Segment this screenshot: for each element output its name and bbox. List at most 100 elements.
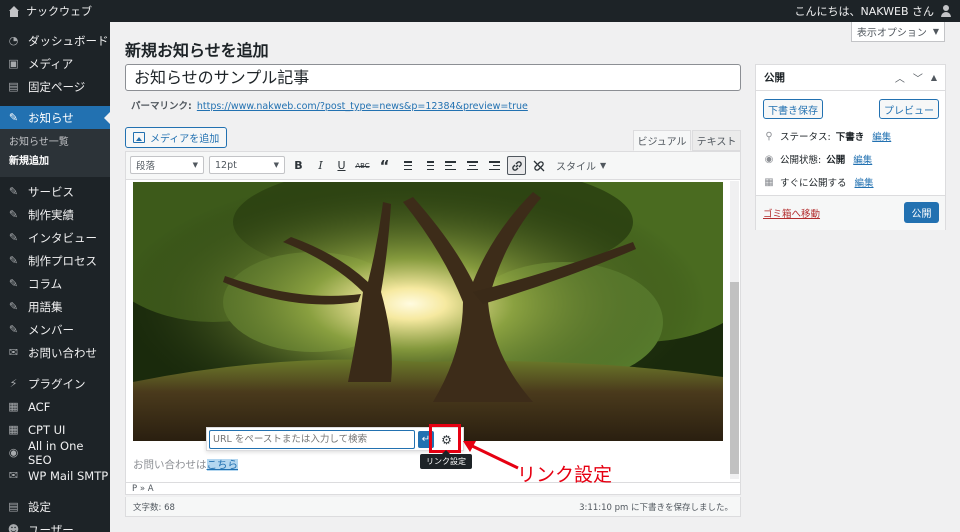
- font-size-select[interactable]: 12pt ▼: [209, 156, 285, 174]
- bold-icon: B: [294, 159, 303, 172]
- autosave-status: 3:11:10 pm に下書きを保存しました。: [579, 502, 733, 513]
- caret-down-icon: ▼: [273, 161, 279, 169]
- submenu-item-news-list[interactable]: お知らせ一覧: [0, 133, 110, 152]
- highlight-box: [429, 424, 461, 453]
- align-right-button[interactable]: [485, 156, 504, 175]
- media-icon: ▣: [8, 57, 19, 70]
- permalink-url[interactable]: https://www.nakweb.com/?post_type=news&p…: [197, 101, 528, 112]
- bullet-list-button[interactable]: [397, 156, 416, 175]
- pin-icon: ✎: [8, 111, 19, 124]
- key-icon: ⚲: [765, 130, 773, 142]
- edit-schedule-link[interactable]: 編集: [855, 175, 874, 189]
- underline-button[interactable]: U: [332, 156, 351, 175]
- tree-photo: [133, 182, 723, 441]
- sidebar-item-acf[interactable]: ▦ ACF: [0, 395, 110, 418]
- selected-link-text[interactable]: こちら: [206, 459, 238, 471]
- underline-icon: U: [337, 159, 346, 172]
- blockquote-button[interactable]: “: [375, 156, 394, 175]
- mail-smtp-icon: ✉: [8, 469, 19, 482]
- align-center-button[interactable]: [463, 156, 482, 175]
- editor-status-bar: 文字数: 68 3:11:10 pm に下書きを保存しました。: [125, 497, 741, 517]
- sidebar-item-column[interactable]: ✎ コラム: [0, 272, 110, 295]
- sidebar-item-media[interactable]: ▣ メディア: [0, 52, 110, 75]
- edit-visibility-link[interactable]: 編集: [853, 152, 872, 166]
- move-to-trash-link[interactable]: ゴミ箱へ移動: [763, 206, 820, 220]
- status-row: ⚲ ステータス: 下書き 編集: [763, 129, 891, 144]
- save-draft-button[interactable]: 下書き保存: [763, 99, 823, 119]
- sidebar-item-settings[interactable]: ▤ 設定: [0, 495, 110, 518]
- settings-icon: ▤: [8, 500, 19, 513]
- link-url-input[interactable]: [209, 430, 415, 449]
- unlink-icon: [533, 160, 544, 171]
- preview-button[interactable]: プレビュー: [879, 99, 939, 119]
- insert-link-button[interactable]: [507, 156, 526, 175]
- style-dropdown[interactable]: スタイル ▼: [556, 156, 606, 175]
- content-paragraph[interactable]: お問い合わせはこちら: [133, 457, 238, 472]
- sidebar-item-contact[interactable]: ✉ お問い合わせ: [0, 341, 110, 364]
- align-center-icon: [467, 161, 478, 170]
- publish-box-header: 公開 ︿ ﹀ ▲: [756, 65, 945, 91]
- edit-status-link[interactable]: 編集: [872, 129, 891, 143]
- sidebar-item-glossary[interactable]: ✎ 用語集: [0, 295, 110, 318]
- link-icon: [511, 160, 522, 171]
- sidebar-item-users[interactable]: ☻ ユーザー: [0, 518, 110, 532]
- submenu-item-add-new[interactable]: 新規追加: [0, 152, 110, 171]
- eye-icon: ◉: [764, 153, 774, 165]
- publish-actions: ゴミ箱へ移動 公開: [756, 195, 945, 230]
- italic-button[interactable]: I: [311, 156, 330, 175]
- tab-visual[interactable]: ビジュアル: [633, 130, 691, 151]
- sidebar-item-dashboard[interactable]: ◔ ダッシュボード: [0, 29, 110, 52]
- site-name: ナックウェブ: [26, 5, 92, 18]
- admin-bar: ナックウェブ こんにちは、NAKWEB さん: [0, 0, 960, 22]
- calendar-icon: ▦: [764, 176, 774, 188]
- site-name-link[interactable]: ナックウェブ: [8, 3, 92, 19]
- schedule-row: ▦ すぐに公開する 編集: [764, 175, 874, 190]
- sidebar-item-plugins[interactable]: ⚡ プラグイン: [0, 372, 110, 395]
- editor-scrollbar-thumb[interactable]: [730, 282, 739, 474]
- align-left-button[interactable]: [441, 156, 460, 175]
- dashboard-icon: ◔: [8, 34, 19, 47]
- italic-icon: I: [318, 159, 323, 172]
- strikethrough-button[interactable]: ABC: [353, 156, 372, 175]
- visibility-row: ◉ 公開状態: 公開 編集: [764, 152, 873, 167]
- inline-link-popup: ↵ ⚙: [206, 427, 464, 451]
- numbered-list-button[interactable]: [419, 156, 438, 175]
- chevron-down-icon[interactable]: ﹀: [913, 70, 923, 85]
- user-account-link[interactable]: こんにちは、NAKWEB さん: [795, 3, 952, 19]
- home-icon: [8, 5, 20, 17]
- sidebar-item-pages[interactable]: ▤ 固定ページ: [0, 75, 110, 98]
- sidebar-item-interview[interactable]: ✎ インタビュー: [0, 226, 110, 249]
- sidebar-item-wp-mail-smtp[interactable]: ✉ WP Mail SMTP: [0, 464, 110, 487]
- tab-text[interactable]: テキスト: [692, 130, 741, 151]
- chevron-up-icon[interactable]: ︿: [895, 70, 905, 85]
- quote-icon: “: [379, 156, 390, 175]
- sidebar-item-process[interactable]: ✎ 制作プロセス: [0, 249, 110, 272]
- bullet-list-icon: [401, 161, 412, 170]
- sidebar-item-members[interactable]: ✎ メンバー: [0, 318, 110, 341]
- pin-icon: ✎: [8, 277, 19, 290]
- caret-down-icon: ▼: [192, 161, 198, 169]
- sidebar-item-services[interactable]: ✎ サービス: [0, 180, 110, 203]
- sidebar-item-works[interactable]: ✎ 制作実績: [0, 203, 110, 226]
- tree-image[interactable]: [133, 182, 723, 441]
- unlink-button[interactable]: [529, 156, 548, 175]
- bold-button[interactable]: B: [289, 156, 308, 175]
- annotation-label: リンク設定: [517, 464, 613, 486]
- seo-icon: ◉: [8, 446, 19, 459]
- publish-button[interactable]: 公開: [904, 202, 939, 223]
- add-media-button[interactable]: メディアを追加: [125, 127, 228, 148]
- post-title-input[interactable]: お知らせのサンプル記事: [125, 64, 741, 91]
- sidebar-item-aioseo[interactable]: ◉ All in One SEO: [0, 439, 110, 467]
- format-select[interactable]: 段落 ▼: [130, 156, 204, 174]
- publish-box: 公開 ︿ ﹀ ▲ 下書き保存 プレビュー ⚲ ステータス: 下書き 編集 ◉ 公…: [755, 64, 946, 230]
- grid-icon: ▦: [8, 400, 19, 413]
- numbered-list-icon: [423, 161, 434, 170]
- caret-down-icon: ▼: [600, 161, 607, 170]
- pin-icon: ✎: [8, 300, 19, 313]
- sidebar-item-news[interactable]: ✎ お知らせ: [0, 106, 110, 129]
- caret-up-icon[interactable]: ▲: [931, 73, 937, 82]
- annotation-arrow: [463, 441, 519, 470]
- word-count: 文字数: 68: [133, 502, 175, 513]
- permalink: パーマリンク: https://www.nakweb.com/?post_typ…: [131, 98, 528, 112]
- screen-options-button[interactable]: 表示オプション ▼: [851, 22, 945, 42]
